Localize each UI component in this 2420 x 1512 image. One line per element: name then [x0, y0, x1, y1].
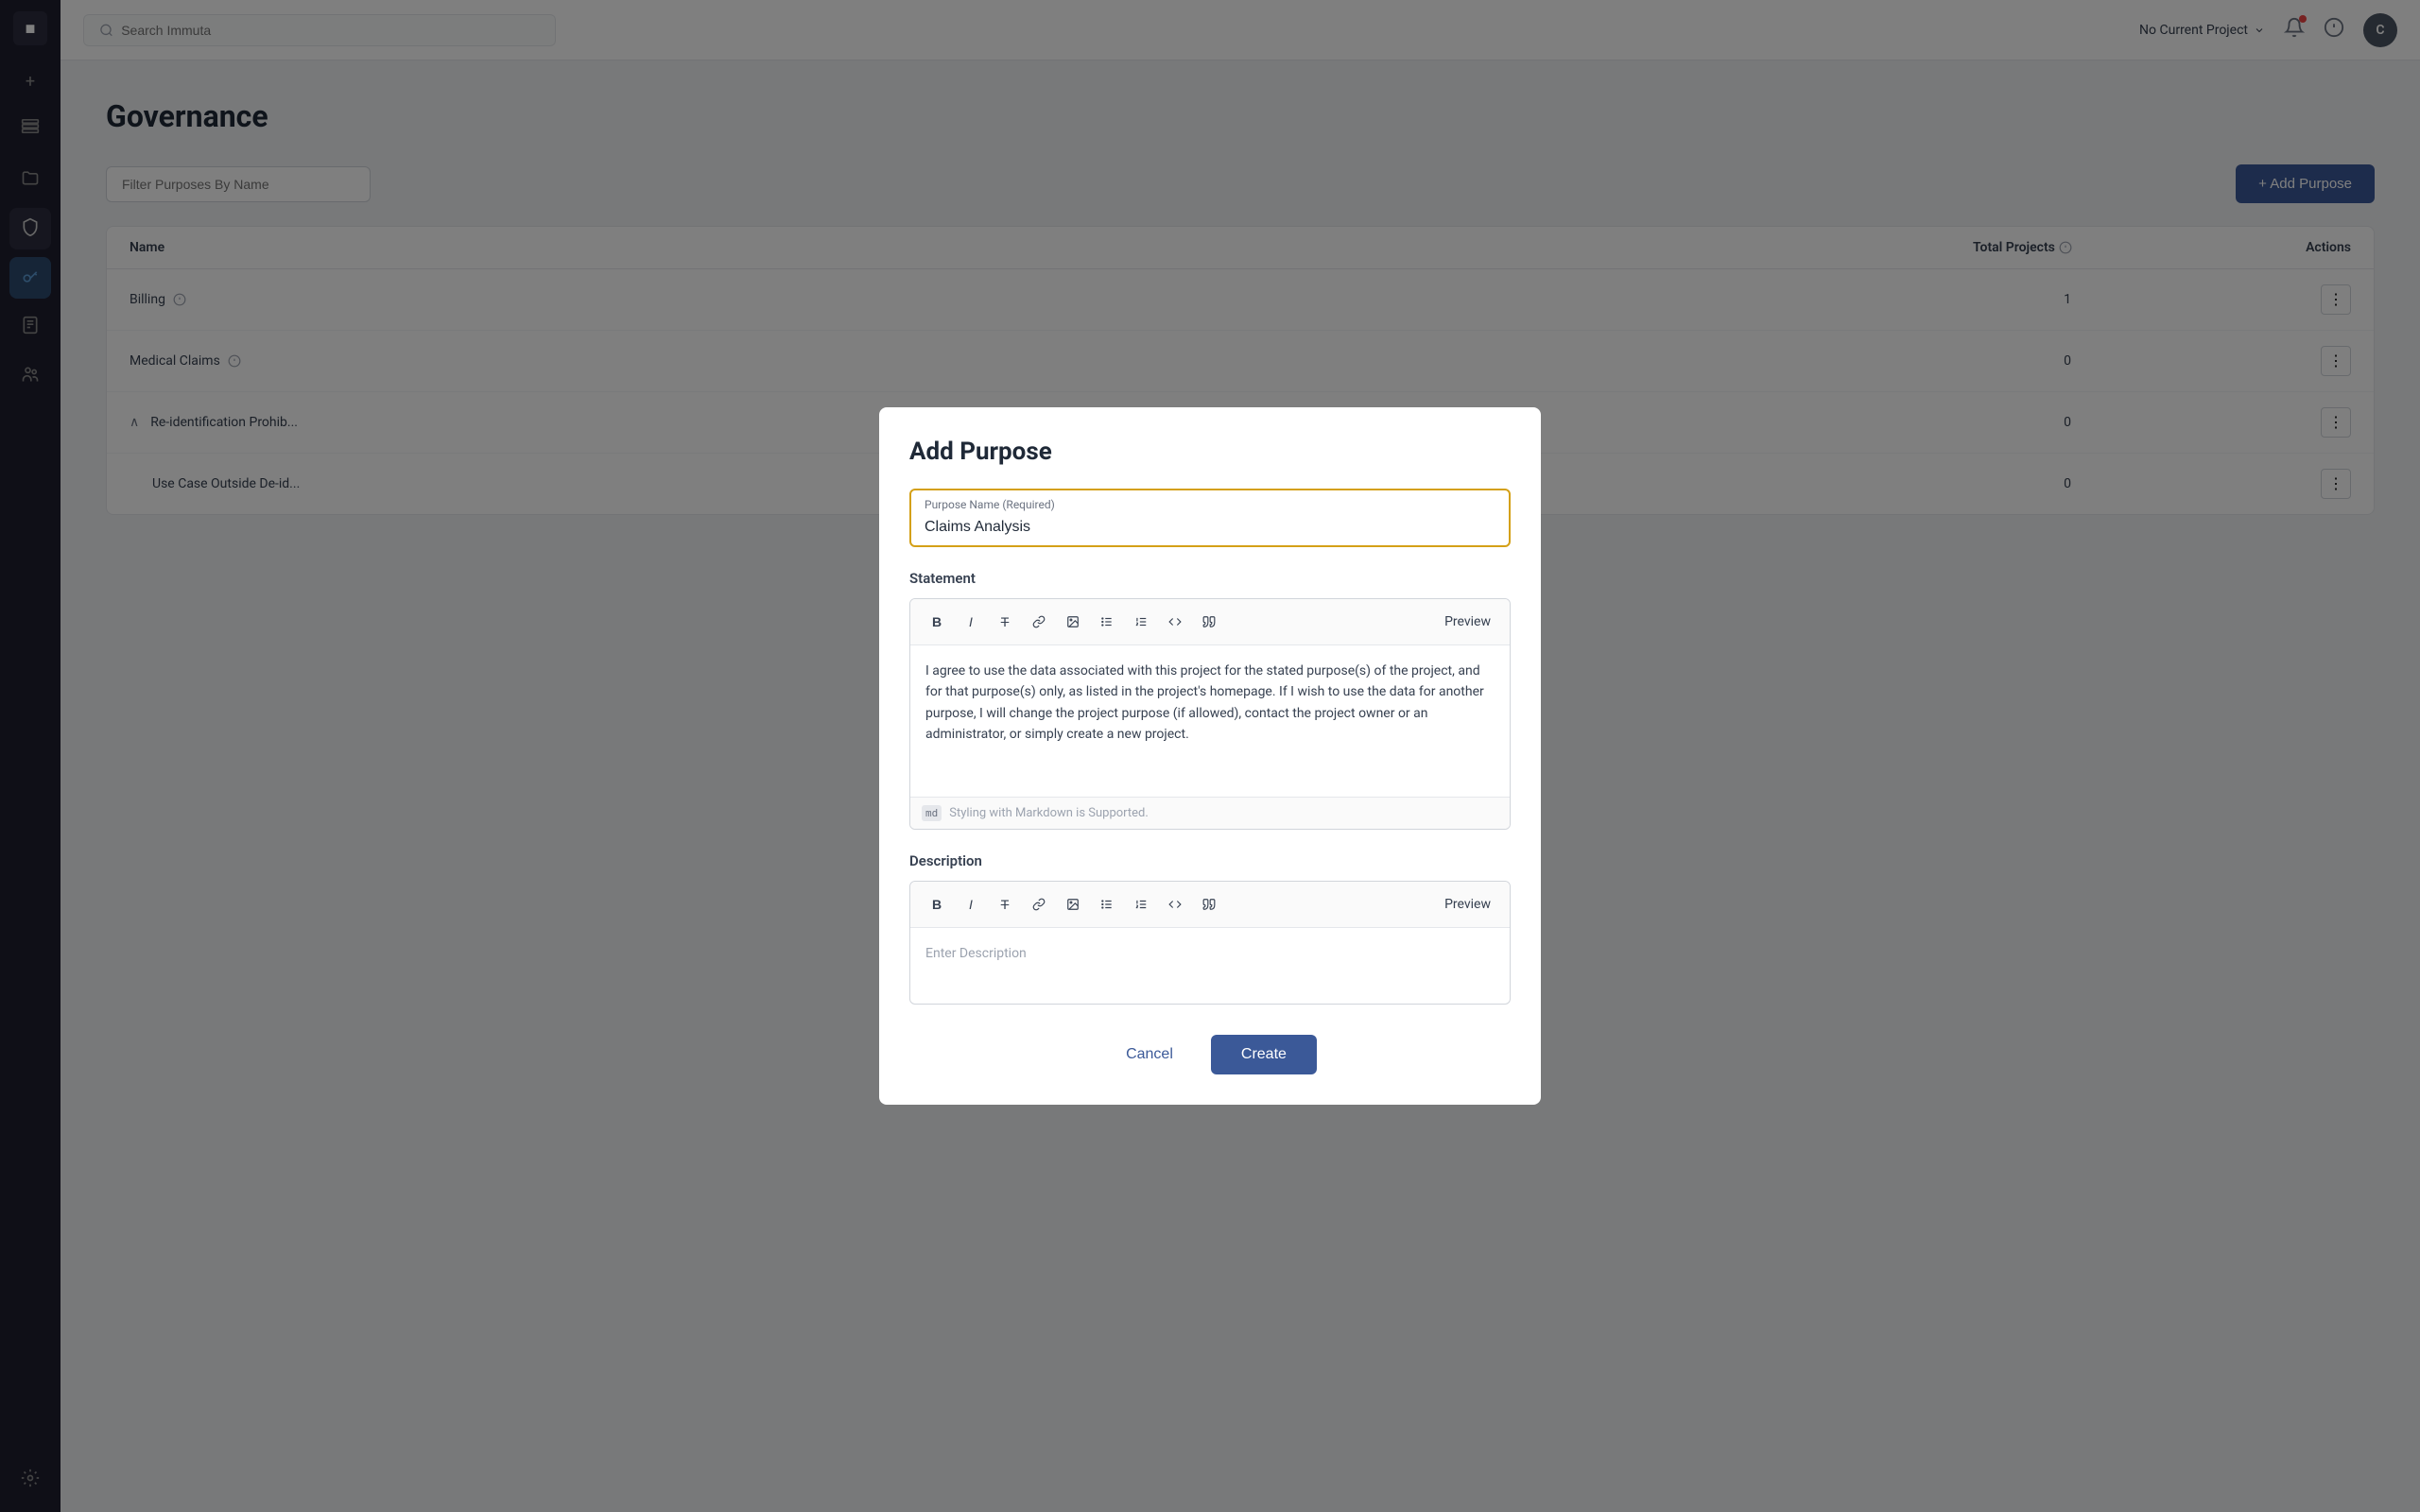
cancel-button[interactable]: Cancel [1103, 1035, 1196, 1074]
modal-footer: Cancel Create [909, 1035, 1511, 1074]
modal-overlay: Add Purpose Purpose Name (Required) Stat… [0, 0, 2420, 1512]
desc-bold-button[interactable]: B [922, 889, 952, 919]
desc-image-icon [1066, 898, 1080, 911]
image-button[interactable] [1058, 607, 1088, 637]
desc-link-icon [1032, 898, 1046, 911]
description-editor-body[interactable]: Enter Description [910, 928, 1510, 1004]
desc-numbered-icon [1134, 898, 1148, 911]
link-icon [1032, 615, 1046, 628]
statement-toolbar: B I T [910, 599, 1510, 645]
statement-preview-button[interactable]: Preview [1437, 610, 1498, 633]
statement-label: Statement [909, 570, 1511, 587]
quote-icon [1202, 615, 1216, 628]
desc-code-icon [1168, 898, 1182, 911]
markdown-hint: Styling with Markdown is Supported. [949, 806, 1149, 820]
desc-bullet-button[interactable] [1092, 889, 1122, 919]
add-purpose-modal: Add Purpose Purpose Name (Required) Stat… [879, 407, 1541, 1105]
statement-editor-footer: md Styling with Markdown is Supported. [910, 797, 1510, 829]
bullet-list-icon [1100, 615, 1114, 628]
image-icon [1066, 615, 1080, 628]
statement-group: Statement B I T [909, 570, 1511, 830]
desc-quote-button[interactable] [1194, 889, 1224, 919]
desc-strikethrough-button[interactable]: T [990, 889, 1020, 919]
purpose-name-field-wrapper: Purpose Name (Required) [909, 489, 1511, 547]
desc-bullet-icon [1100, 898, 1114, 911]
bullet-list-button[interactable] [1092, 607, 1122, 637]
description-toolbar: B I T [910, 882, 1510, 928]
create-button[interactable]: Create [1211, 1035, 1317, 1074]
description-placeholder: Enter Description [925, 946, 1027, 961]
italic-button[interactable]: I [956, 607, 986, 637]
modal-title: Add Purpose [909, 438, 1511, 466]
numbered-list-button[interactable] [1126, 607, 1156, 637]
markdown-icon: md [922, 805, 942, 821]
code-icon [1168, 615, 1182, 628]
desc-numbered-button[interactable] [1126, 889, 1156, 919]
purpose-name-group: Purpose Name (Required) [909, 489, 1511, 547]
purpose-name-label: Purpose Name (Required) [925, 498, 1055, 511]
statement-text: I agree to use the data associated with … [925, 663, 1484, 742]
statement-editor-body[interactable]: I agree to use the data associated with … [910, 645, 1510, 797]
desc-image-button[interactable] [1058, 889, 1088, 919]
desc-code-button[interactable] [1160, 889, 1190, 919]
statement-editor: B I T [909, 598, 1511, 830]
description-preview-button[interactable]: Preview [1437, 893, 1498, 916]
desc-quote-icon [1202, 898, 1216, 911]
description-group: Description B I T [909, 852, 1511, 1005]
desc-italic-button[interactable]: I [956, 889, 986, 919]
strikethrough-button[interactable]: T [990, 607, 1020, 637]
link-button[interactable] [1024, 607, 1054, 637]
code-button[interactable] [1160, 607, 1190, 637]
description-editor: B I T [909, 881, 1511, 1005]
numbered-list-icon [1134, 615, 1148, 628]
desc-link-button[interactable] [1024, 889, 1054, 919]
bold-button[interactable]: B [922, 607, 952, 637]
description-label: Description [909, 852, 1511, 869]
quote-button[interactable] [1194, 607, 1224, 637]
